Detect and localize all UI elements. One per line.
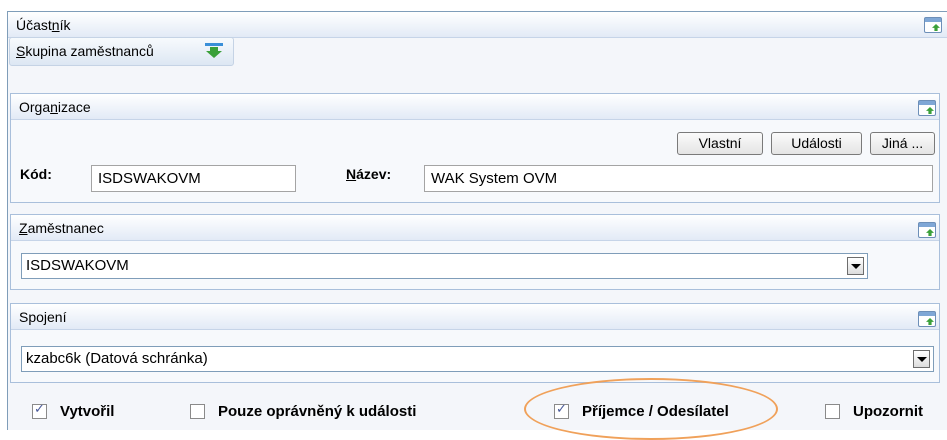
- notify-checkbox[interactable]: [825, 404, 840, 419]
- maximize-icon[interactable]: [918, 311, 936, 327]
- authorized-only-checkbox[interactable]: [190, 404, 205, 419]
- organization-panel: Organizace Vlastní Události Jiná ... Kód…: [10, 93, 940, 203]
- arrow-down-icon: [205, 43, 223, 58]
- connection-panel: Spojení kzabc6k (Datová schránka): [10, 303, 940, 383]
- participant-header: Účastník: [8, 12, 947, 38]
- maximize-icon[interactable]: [918, 222, 936, 238]
- other-button[interactable]: Jiná ...: [870, 132, 935, 155]
- highlight-oval: [524, 378, 778, 440]
- own-button[interactable]: Vlastní: [677, 132, 763, 155]
- organization-header: Organizace: [11, 94, 939, 120]
- maximize-icon[interactable]: [918, 100, 936, 116]
- connection-select-value: kzabc6k (Datová schránka): [26, 350, 208, 367]
- employee-header: Zaměstnanec: [11, 215, 939, 241]
- employee-group-button[interactable]: Skupina zaměstnanců: [9, 37, 234, 66]
- connection-header: Spojení: [11, 304, 939, 330]
- name-label: Název:: [346, 166, 392, 182]
- maximize-icon[interactable]: [924, 17, 942, 33]
- employee-select-value: ISDSWAKOVM: [26, 257, 129, 274]
- connection-select[interactable]: kzabc6k (Datová schránka): [21, 346, 934, 372]
- participant-title: Účastník: [16, 17, 71, 33]
- employee-select[interactable]: ISDSWAKOVM: [21, 253, 868, 279]
- chevron-down-icon[interactable]: [847, 257, 864, 275]
- organization-title: Organizace: [19, 99, 91, 115]
- employee-group-label: Skupina zaměstnanců: [16, 43, 154, 59]
- created-label: Vytvořil: [60, 403, 115, 420]
- employee-panel: Zaměstnanec ISDSWAKOVM: [10, 214, 940, 290]
- name-input[interactable]: WAK System OVM: [424, 165, 933, 192]
- events-button[interactable]: Události: [771, 132, 862, 155]
- code-input[interactable]: ISDSWAKOVM: [91, 165, 296, 192]
- employee-title: Zaměstnanec: [19, 220, 104, 236]
- connection-title: Spojení: [19, 309, 67, 325]
- created-checkbox[interactable]: [32, 402, 47, 419]
- code-label: Kód:: [20, 166, 52, 182]
- authorized-only-label: Pouze oprávněný k události: [218, 403, 417, 420]
- notify-label: Upozornit: [853, 403, 923, 420]
- chevron-down-icon[interactable]: [913, 350, 930, 368]
